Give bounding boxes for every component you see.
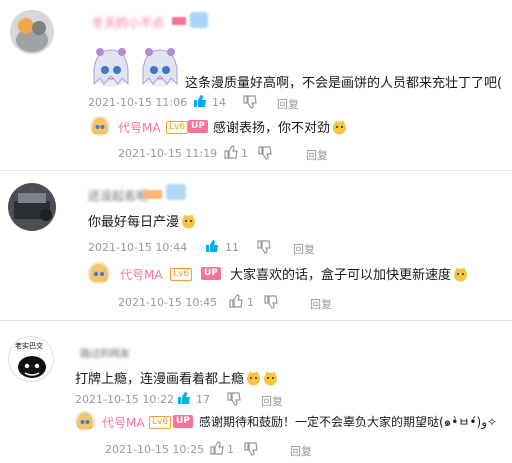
level-icon bbox=[144, 190, 162, 199]
thumbs-down-icon bbox=[258, 146, 272, 160]
anime-girl-sticker-icon bbox=[93, 48, 129, 87]
doge-emoji-icon bbox=[181, 214, 196, 229]
like-button[interactable] bbox=[177, 390, 191, 404]
like-count: 14 bbox=[212, 96, 226, 109]
thumbs-up-icon bbox=[224, 145, 238, 159]
reply-text: 感谢期待和鼓励！一定不会辜负大家的期望哒(๑•̀ㅂ•́)و✧ bbox=[199, 415, 498, 429]
reply-timestamp: 2021-10-15 10:45 bbox=[118, 296, 218, 309]
reply-dislike-button[interactable] bbox=[244, 441, 258, 456]
thumbs-down-icon bbox=[227, 392, 241, 406]
like-button[interactable] bbox=[205, 238, 219, 252]
up-avatar[interactable] bbox=[88, 262, 110, 284]
reply-like-count: 1 bbox=[241, 147, 248, 160]
avatar-caption: 老实巴交 bbox=[15, 342, 43, 350]
timestamp: 2021-10-15 10:22 bbox=[75, 393, 175, 406]
reply-reply-button[interactable]: 回复 bbox=[306, 147, 328, 163]
comment-text: 这条漫质量好高啊，不会是画饼的人员都来充壮丁了吧( bbox=[185, 76, 503, 91]
reply-dislike-button[interactable] bbox=[258, 145, 272, 160]
like-button[interactable] bbox=[193, 93, 207, 107]
thumbs-up-icon bbox=[210, 441, 224, 455]
divider bbox=[0, 170, 512, 171]
medal-icon bbox=[190, 12, 208, 28]
reply-reply-button[interactable]: 回复 bbox=[310, 296, 332, 312]
thumbs-up-icon bbox=[229, 294, 243, 308]
avatar[interactable] bbox=[10, 10, 54, 54]
up-avatar[interactable] bbox=[90, 116, 110, 136]
reply-text-content: 大家喜欢的话，盒子可以加快更新速度 bbox=[230, 268, 452, 283]
comment-text: 你最好每日产漫 bbox=[88, 211, 196, 230]
up-badge: UP bbox=[201, 267, 221, 280]
anime-girl-sticker-icon bbox=[142, 48, 178, 87]
username[interactable]: 还没起名呢 bbox=[88, 187, 148, 204]
username[interactable]: 冬天的小不点 bbox=[92, 14, 164, 31]
timestamp: 2021-10-15 11:06 bbox=[88, 96, 188, 109]
reply-dislike-button[interactable] bbox=[264, 294, 278, 309]
reply-timestamp: 2021-10-15 11:19 bbox=[118, 147, 218, 160]
anime-avatar-icon bbox=[88, 262, 110, 284]
comment-text: 打牌上瘾，连漫画看着都上瘾 bbox=[75, 368, 278, 387]
reply-text: 大家喜欢的话，盒子可以加快更新速度 bbox=[230, 264, 468, 283]
sticker-image[interactable] bbox=[88, 44, 134, 88]
reply-username[interactable]: 代号MA bbox=[102, 414, 145, 431]
reply-username[interactable]: 代号MA bbox=[120, 266, 163, 283]
divider bbox=[0, 320, 512, 321]
thumbs-down-icon bbox=[257, 240, 271, 254]
thumbs-down-icon bbox=[244, 442, 258, 456]
avatar-image-icon bbox=[8, 183, 56, 231]
reply-like-button[interactable] bbox=[224, 144, 238, 159]
up-badge: UP bbox=[173, 415, 193, 428]
reply-like-button[interactable] bbox=[229, 293, 243, 308]
doge-emoji-icon bbox=[263, 371, 278, 386]
up-avatar[interactable] bbox=[75, 411, 95, 431]
username[interactable]: 路过的网友 bbox=[80, 345, 130, 360]
thumbs-down-icon bbox=[243, 95, 257, 109]
doge-emoji-icon bbox=[246, 371, 261, 386]
thumbs-up-icon bbox=[194, 95, 206, 107]
dislike-button[interactable] bbox=[257, 239, 271, 254]
comment-text-content: 打牌上瘾，连漫画看着都上瘾 bbox=[75, 372, 245, 387]
medal-icon bbox=[166, 184, 186, 200]
level-badge: Lv6 bbox=[170, 268, 193, 281]
comment-text-content: 你最好每日产漫 bbox=[88, 215, 180, 230]
doge-emoji-icon bbox=[332, 120, 347, 135]
reply-reply-button[interactable]: 回复 bbox=[290, 443, 312, 459]
up-badge: UP bbox=[188, 120, 208, 133]
like-count: 17 bbox=[196, 393, 210, 406]
level-badge: Lv6 bbox=[166, 121, 189, 134]
reply-like-count: 1 bbox=[227, 443, 234, 456]
level-icon bbox=[172, 17, 186, 25]
level-badge: Lv6 bbox=[149, 416, 172, 429]
reply-text-content: 感谢表扬，你不对劲 bbox=[213, 121, 331, 136]
reply-button[interactable]: 回复 bbox=[277, 96, 299, 112]
avatar[interactable] bbox=[8, 183, 56, 231]
dislike-button[interactable] bbox=[243, 94, 257, 109]
thumbs-up-icon bbox=[178, 392, 190, 404]
reply-text: 感谢表扬，你不对劲 bbox=[213, 117, 347, 136]
doge-emoji-icon bbox=[453, 267, 468, 282]
timestamp: 2021-10-15 10:44 bbox=[88, 241, 188, 254]
sticker-image[interactable] bbox=[137, 44, 183, 88]
anime-avatar-icon bbox=[90, 116, 110, 136]
reply-button[interactable]: 回复 bbox=[261, 393, 283, 409]
avatar-image-icon bbox=[10, 10, 54, 54]
reply-timestamp: 2021-10-15 10:25 bbox=[105, 443, 205, 456]
thumbs-down-icon bbox=[264, 295, 278, 309]
dislike-button[interactable] bbox=[227, 391, 241, 406]
like-count: 11 bbox=[225, 241, 239, 254]
reply-like-count: 1 bbox=[247, 296, 254, 309]
anime-avatar-icon bbox=[75, 411, 95, 431]
reply-username[interactable]: 代号MA bbox=[118, 119, 161, 136]
reply-like-button[interactable] bbox=[210, 440, 224, 455]
reply-button[interactable]: 回复 bbox=[293, 241, 315, 257]
thumbs-up-icon bbox=[206, 240, 218, 252]
